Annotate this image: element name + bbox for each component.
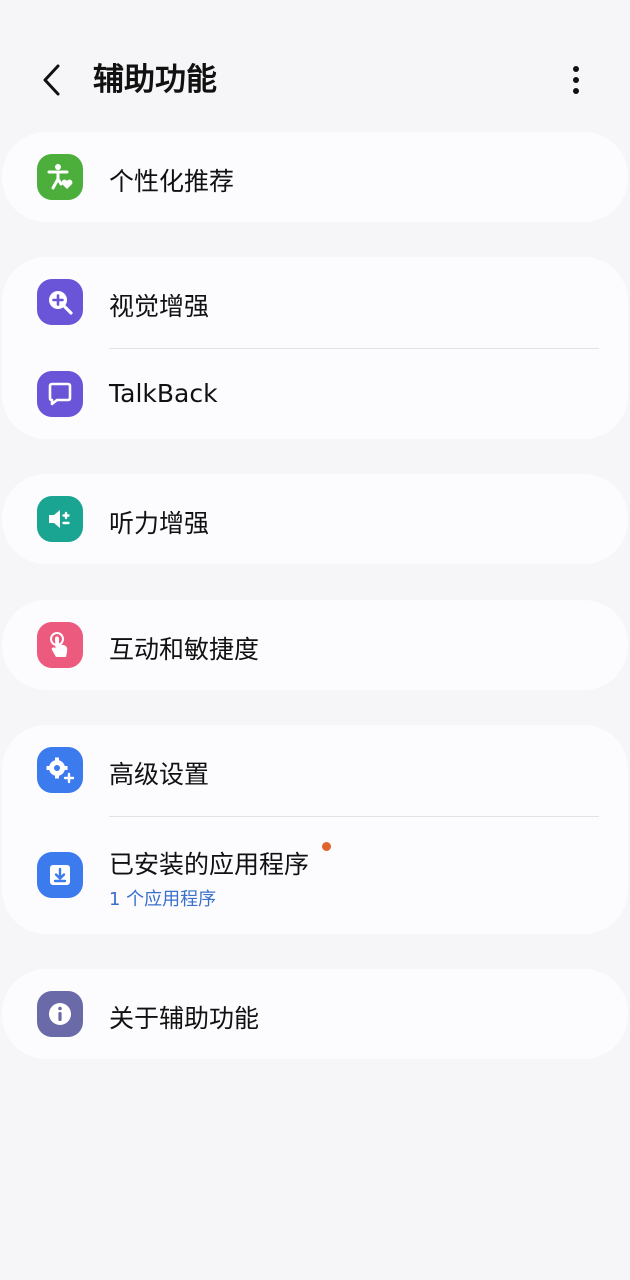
menu-item-label: 关于辅助功能 bbox=[109, 1004, 260, 1033]
chevron-left-icon bbox=[43, 64, 60, 96]
card-hearing: 听力增强 bbox=[2, 474, 628, 564]
gear-plus-icon bbox=[37, 747, 83, 793]
menu-item-label: 听力增强 bbox=[109, 509, 210, 538]
card-vision: 视觉增强 TalkBack bbox=[2, 257, 628, 439]
card-interaction: 互动和敏捷度 bbox=[2, 600, 628, 690]
card-about: 关于辅助功能 bbox=[2, 969, 628, 1059]
accessibility-person-heart-icon bbox=[37, 154, 83, 200]
menu-item-label: TalkBack bbox=[109, 379, 218, 408]
back-button[interactable] bbox=[30, 58, 74, 102]
menu-item-label: 个性化推荐 bbox=[109, 167, 235, 196]
page-title: 辅助功能 bbox=[93, 62, 217, 98]
menu-item-sublabel: 1 个应用程序 bbox=[109, 889, 217, 910]
menu-item-about[interactable]: 关于辅助功能 bbox=[2, 969, 628, 1059]
menu-item-vision[interactable]: 视觉增强 bbox=[2, 257, 628, 347]
card-advanced: 高级设置 已安装的应用程序 1 个应用程序 bbox=[2, 725, 628, 934]
menu-item-hearing[interactable]: 听力增强 bbox=[2, 474, 628, 564]
touch-hand-icon bbox=[37, 622, 83, 668]
menu-item-label: 互动和敏捷度 bbox=[109, 635, 260, 664]
menu-item-advanced[interactable]: 高级设置 bbox=[2, 725, 628, 815]
app-header: 辅助功能 bbox=[0, 40, 630, 120]
menu-item-label: 视觉增强 bbox=[109, 292, 210, 321]
more-options-button[interactable] bbox=[556, 58, 596, 102]
menu-item-personalized[interactable]: 个性化推荐 bbox=[2, 132, 628, 222]
zoom-in-icon bbox=[37, 279, 83, 325]
info-icon bbox=[37, 991, 83, 1037]
volume-adjust-icon bbox=[37, 496, 83, 542]
menu-item-installed-apps[interactable]: 已安装的应用程序 1 个应用程序 bbox=[2, 817, 628, 934]
chat-bubble-icon bbox=[37, 371, 83, 417]
download-box-icon bbox=[37, 852, 83, 898]
new-badge-dot bbox=[322, 842, 331, 851]
more-vertical-icon bbox=[573, 66, 579, 94]
menu-item-label: 高级设置 bbox=[109, 760, 210, 789]
menu-item-talkback[interactable]: TalkBack bbox=[2, 349, 628, 439]
card-personalized: 个性化推荐 bbox=[2, 132, 628, 222]
menu-item-label: 已安装的应用程序 bbox=[109, 850, 310, 879]
menu-item-interaction[interactable]: 互动和敏捷度 bbox=[2, 600, 628, 690]
